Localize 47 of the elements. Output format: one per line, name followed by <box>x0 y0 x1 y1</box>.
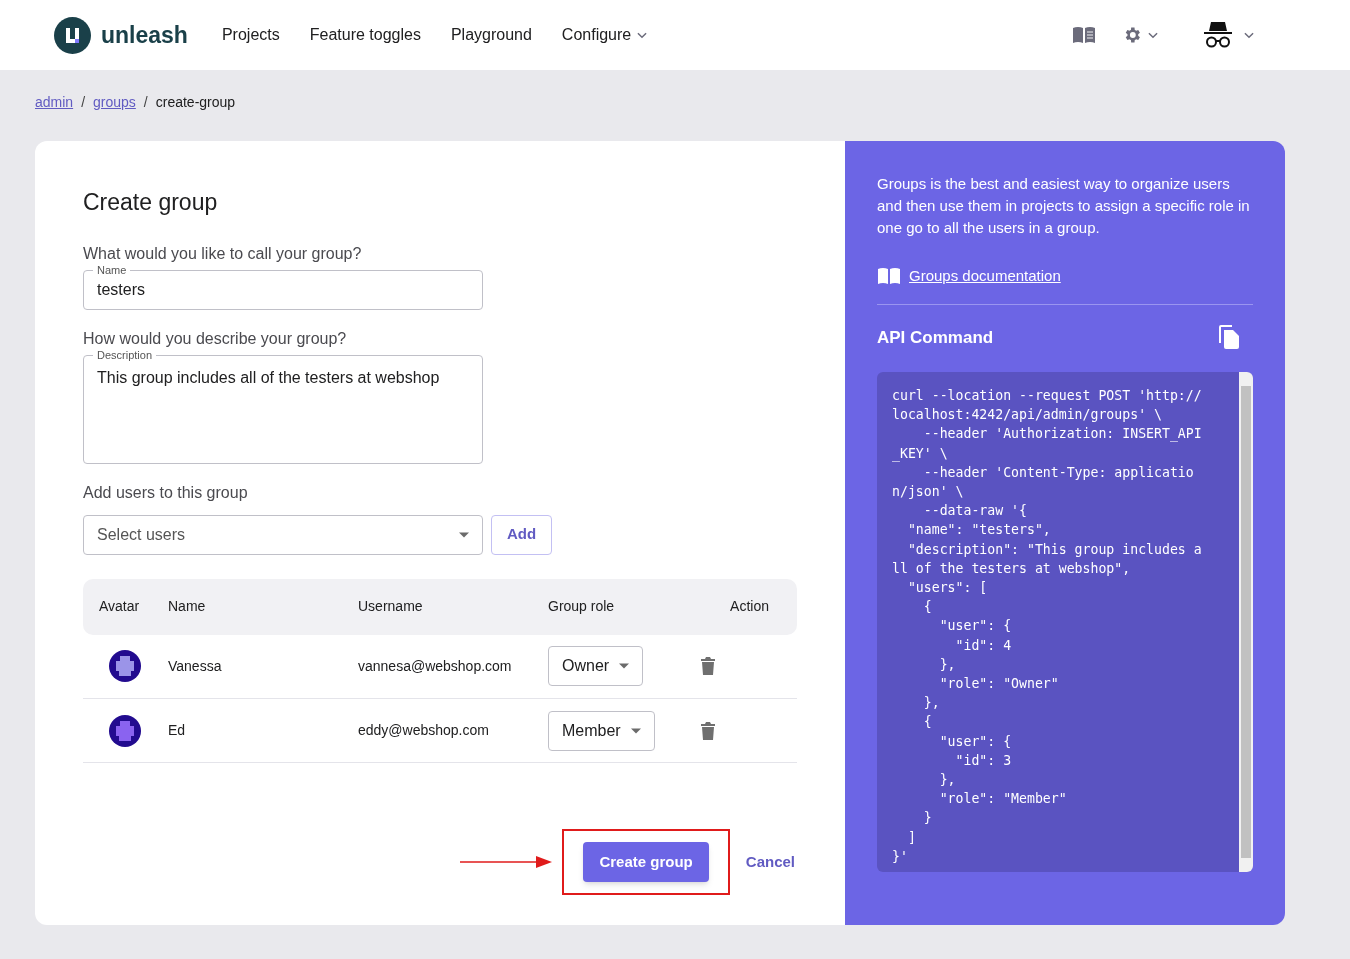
column-header: Username <box>358 578 548 635</box>
column-header: Action <box>701 578 797 635</box>
table-cell: vannesa@webshop.com <box>358 634 548 699</box>
logo-icon <box>54 16 91 54</box>
nav-link[interactable]: Feature toggles <box>309 23 421 47</box>
breadcrumb-link[interactable]: admin <box>35 92 74 113</box>
field-value: This group includes all of the testers at webshop <box>97 368 440 386</box>
table-cell: Ed <box>168 698 358 763</box>
caret-icon <box>459 531 469 538</box>
description-text: Groups is the best and easiest way to organize users and then use them in projects to assign a specific role in one go to all the users in a group. <box>877 174 1251 238</box>
trash-icon[interactable] <box>701 657 715 676</box>
question-label: Add users to this group <box>83 482 249 503</box>
nav-link[interactable]: Configure <box>561 23 650 47</box>
incognito-icon <box>1202 20 1234 50</box>
create-group-button[interactable]: Create group <box>583 842 709 882</box>
form-title: Create group <box>83 188 219 217</box>
book-icon <box>877 266 901 287</box>
api-command-title: API Command <box>877 326 994 349</box>
field-value: testers <box>97 279 145 300</box>
column-header: Avatar <box>83 578 168 635</box>
caret-icon <box>630 727 641 734</box>
code-text: curl --location --request POST 'http:// localhost:4242/api/admin/groups' \ --header 'Authorization: INSERT_API _KEY' \ --header 'Content-Type: applicatio n/json' \ --data-raw '{ "name": "testers", "description": "This group includes a ll of the testers at webshop", "users": [ { "user": { "id": 4 }, "role": "Owner" }, { "user": { "id": 3 }, "role": "Member" } ] }' <box>891 387 1203 866</box>
book-icon <box>1072 25 1096 45</box>
table-cell: Vanessa <box>168 634 358 699</box>
role-dropdown[interactable]: Member <box>548 710 655 751</box>
column-header: Name <box>168 578 358 635</box>
role-dropdown[interactable]: Owner <box>548 646 644 687</box>
logo-text[interactable]: unleash <box>101 17 188 53</box>
copy-button[interactable] <box>1219 325 1239 350</box>
trash-icon[interactable] <box>701 721 715 740</box>
documentation-link[interactable]: Groups documentation <box>877 265 1253 288</box>
nav-link[interactable]: Projects <box>221 23 280 47</box>
column-header: Group role <box>548 578 701 635</box>
table-cell: eddy@webshop.com <box>358 698 548 763</box>
breadcrumb-separator: / <box>81 93 86 112</box>
cancel-button[interactable]: Cancel <box>743 850 797 874</box>
breadcrumb-link[interactable]: groups <box>93 92 136 113</box>
breadcrumb-current: create-group <box>155 93 236 112</box>
caret-icon <box>619 663 630 670</box>
user-menu-button[interactable] <box>1202 20 1256 50</box>
question-label: What would you like to call your group? <box>83 243 363 264</box>
question-label: How would you describe your group? <box>83 328 348 349</box>
select-users-dropdown[interactable]: Select users <box>83 514 483 555</box>
add-button[interactable]: Add <box>491 514 553 555</box>
breadcrumb-separator: / <box>143 93 148 112</box>
nav-link[interactable]: Playground <box>450 23 532 47</box>
copy-icon <box>1219 325 1239 350</box>
